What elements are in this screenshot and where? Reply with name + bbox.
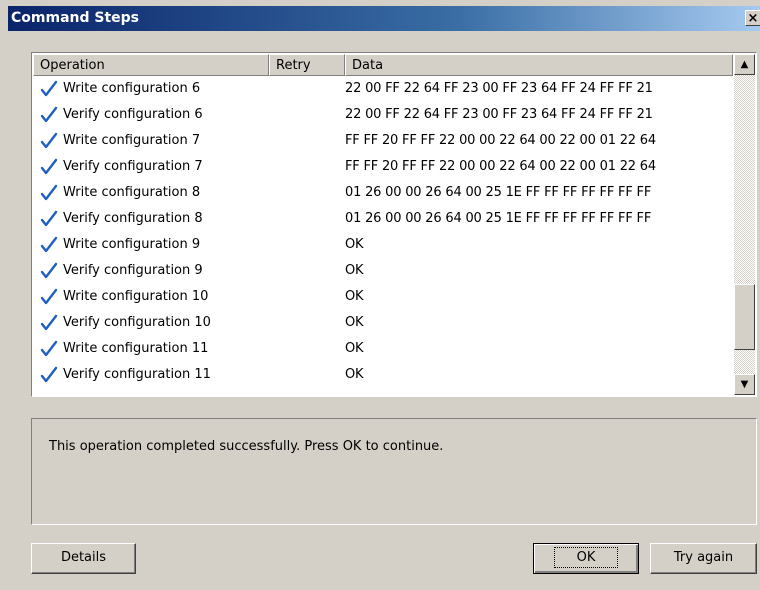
command-steps-dialog: Command Steps × Operation Retry Data Wri… (0, 0, 760, 590)
data-cell: 01 26 00 00 26 64 00 25 1E FF FF FF FF F… (345, 211, 652, 226)
list-item[interactable]: Verify configuration 10 OK (33, 311, 733, 337)
list-rows: Write configuration 6 22 00 FF 22 64 FF 2… (33, 77, 733, 389)
checkmark-icon (40, 340, 58, 357)
list-header: Operation Retry Data (33, 54, 733, 76)
checkmark-icon (40, 80, 58, 97)
list-item[interactable]: Write configuration 10 OK (33, 285, 733, 311)
list-item[interactable]: Write configuration 8 01 26 00 00 26 64 0… (33, 181, 733, 207)
data-cell: OK (345, 341, 364, 356)
column-header-retry[interactable]: Retry (269, 54, 345, 76)
data-cell: OK (345, 263, 364, 278)
list-item[interactable]: Write configuration 9 OK (33, 233, 733, 259)
checkmark-icon (40, 366, 58, 383)
data-cell: OK (345, 367, 364, 382)
ok-button-label: OK (553, 547, 619, 568)
close-icon[interactable]: × (745, 10, 760, 26)
data-cell: OK (345, 237, 364, 252)
list-item[interactable]: Verify configuration 7 FF FF 20 FF FF 22 … (33, 155, 733, 181)
status-message-box: This operation completed successfully. P… (31, 418, 757, 525)
list-item[interactable]: Write configuration 6 22 00 FF 22 64 FF 2… (33, 77, 733, 103)
data-cell: 22 00 FF 22 64 FF 23 00 FF 23 64 FF 24 F… (345, 107, 653, 122)
operation-cell: Verify configuration 7 (63, 159, 203, 174)
title-bar[interactable]: Command Steps × (8, 6, 760, 31)
window-title: Command Steps (11, 10, 140, 26)
status-message: This operation completed successfully. P… (49, 439, 444, 454)
operation-cell: Verify configuration 8 (63, 211, 203, 226)
column-header-operation[interactable]: Operation (33, 54, 269, 76)
checkmark-icon (40, 262, 58, 279)
operation-cell: Verify configuration 10 (63, 315, 211, 330)
operation-cell: Write configuration 6 (63, 81, 201, 96)
checkmark-icon (40, 236, 58, 253)
data-cell: 22 00 FF 22 64 FF 23 00 FF 23 64 FF 24 F… (345, 81, 653, 96)
data-cell: 01 26 00 00 26 64 00 25 1E FF FF FF FF F… (345, 185, 652, 200)
checkmark-icon (40, 158, 58, 175)
list-item[interactable]: Verify configuration 11 OK (33, 363, 733, 389)
checkmark-icon (40, 314, 58, 331)
operation-cell: Verify configuration 6 (63, 107, 203, 122)
details-button[interactable]: Details (31, 543, 136, 574)
scroll-down-icon[interactable]: ▼ (734, 374, 755, 395)
operation-cell: Write configuration 8 (63, 185, 201, 200)
scroll-thumb[interactable] (734, 284, 755, 350)
checkmark-icon (40, 106, 58, 123)
data-cell: FF FF 20 FF FF 22 00 00 22 64 00 22 00 0… (345, 133, 656, 148)
list-item[interactable]: Verify configuration 6 22 00 FF 22 64 FF … (33, 103, 733, 129)
operation-cell: Write configuration 10 (63, 289, 209, 304)
checkmark-icon (40, 184, 58, 201)
scroll-up-icon[interactable]: ▲ (734, 54, 755, 75)
operation-cell: Write configuration 7 (63, 133, 201, 148)
list-item[interactable]: Write configuration 7 FF FF 20 FF FF 22 0… (33, 129, 733, 155)
list-item[interactable]: Write configuration 11 OK (33, 337, 733, 363)
checkmark-icon (40, 132, 58, 149)
list-item[interactable]: Verify configuration 9 OK (33, 259, 733, 285)
column-header-data[interactable]: Data (345, 54, 733, 76)
checkmark-icon (40, 288, 58, 305)
steps-list[interactable]: Operation Retry Data Write configuration… (31, 52, 757, 397)
checkmark-icon (40, 210, 58, 227)
ok-button[interactable]: OK (533, 543, 639, 574)
data-cell: FF FF 20 FF FF 22 00 00 22 64 00 22 00 0… (345, 159, 656, 174)
list-item[interactable]: Verify configuration 8 01 26 00 00 26 64 … (33, 207, 733, 233)
operation-cell: Write configuration 11 (63, 341, 209, 356)
operation-cell: Verify configuration 11 (63, 367, 211, 382)
operation-cell: Verify configuration 9 (63, 263, 203, 278)
try-again-button[interactable]: Try again (650, 543, 757, 574)
data-cell: OK (345, 289, 364, 304)
data-cell: OK (345, 315, 364, 330)
vertical-scrollbar[interactable]: ▲ ▼ (734, 54, 755, 395)
operation-cell: Write configuration 9 (63, 237, 201, 252)
